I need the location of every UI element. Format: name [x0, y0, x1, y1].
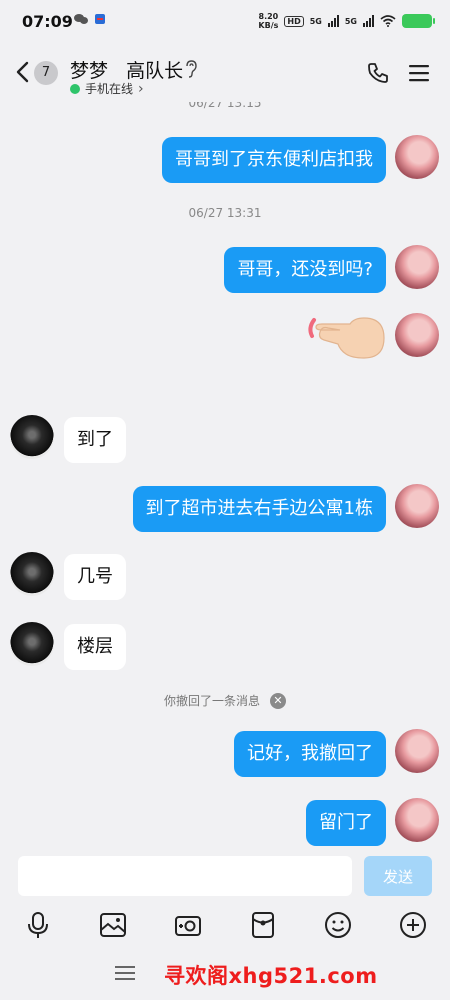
contact-avatar[interactable]	[10, 622, 54, 666]
message-bubble-sent[interactable]: 哥哥，还没到吗?	[224, 247, 386, 293]
back-arrow-icon[interactable]	[14, 60, 30, 84]
message-bubble-received[interactable]: 几号	[64, 554, 126, 600]
status-bar: 07:09 8.20 KB/s HD 5G 5G	[0, 0, 450, 44]
online-status-text: 手机在线	[85, 82, 134, 96]
wifi-icon	[380, 15, 396, 27]
system-nav-bar: 寻欢阁xhg521.com	[0, 948, 450, 1000]
phone-call-icon[interactable]	[366, 61, 390, 85]
menu-icon[interactable]	[408, 64, 430, 82]
message-list[interactable]: 06/27 13:15 哥哥到了京东便利店扣我 06/27 13:31 哥哥，还…	[0, 102, 450, 850]
microphone-icon[interactable]	[23, 910, 53, 940]
timestamp: 06/27 13:31	[188, 206, 262, 220]
image-icon[interactable]	[98, 910, 128, 940]
my-avatar[interactable]	[395, 135, 439, 179]
network-speed: 8.20 KB/s	[258, 12, 278, 30]
contact-title[interactable]: 梦梦 高队长	[70, 56, 183, 83]
message-bubble-sent[interactable]: 到了超市进去右手边公寓1栋	[132, 486, 386, 532]
message-bubble-sent[interactable]: 留门了	[306, 800, 386, 846]
send-button[interactable]: 发送	[364, 856, 432, 896]
recall-notice: 你撤回了一条消息 ✕	[0, 692, 450, 709]
message-bubble-sent[interactable]: 记好，我撤回了	[234, 731, 386, 777]
my-avatar[interactable]	[395, 313, 439, 357]
contact-remark: 高队长	[126, 60, 184, 82]
speed-value: 8.20	[258, 12, 279, 21]
my-avatar[interactable]	[395, 484, 439, 528]
contact-avatar[interactable]	[10, 552, 54, 596]
close-icon[interactable]: ✕	[270, 692, 286, 709]
chevron-right-icon: ›	[138, 80, 144, 97]
signal-1-icon	[327, 15, 339, 27]
notification-icons	[74, 13, 106, 25]
input-bar: 发送	[0, 850, 450, 904]
chat-toolbar	[0, 904, 450, 948]
message-bubble-received[interactable]: 到了	[64, 417, 126, 463]
unread-count-badge[interactable]: 7	[34, 61, 58, 85]
status-right: 8.20 KB/s HD 5G 5G	[258, 12, 435, 30]
contact-name: 梦梦	[70, 60, 109, 82]
wechat-icon	[74, 14, 88, 24]
watermark-text: 寻欢阁xhg521.com	[164, 964, 378, 988]
recall-notice-text: 你撤回了一条消息	[163, 694, 260, 708]
sim2-label: 5G	[344, 16, 357, 26]
contact-avatar[interactable]	[10, 415, 54, 459]
message-input[interactable]	[18, 856, 352, 896]
camera-icon[interactable]	[173, 910, 203, 940]
speed-unit: KB/s	[258, 21, 279, 30]
online-status[interactable]: 手机在线 ›	[70, 80, 144, 97]
ear-icon	[186, 60, 197, 78]
nav-menu-icon[interactable]	[114, 964, 136, 982]
message-bubble-sent[interactable]: 哥哥到了京东便利店扣我	[162, 137, 386, 183]
my-avatar[interactable]	[395, 245, 439, 289]
poke-hand-icon[interactable]	[304, 310, 386, 360]
plus-icon[interactable]	[398, 910, 428, 940]
my-avatar[interactable]	[395, 729, 439, 773]
chat-header: 7 梦梦 高队长 手机在线 ›	[0, 44, 450, 102]
status-time: 07:09	[22, 12, 73, 31]
battery-icon	[402, 14, 435, 28]
signal-2-icon	[363, 15, 374, 27]
sim1-label: 5G	[309, 16, 322, 26]
hd-badge: HD	[284, 15, 304, 27]
my-avatar[interactable]	[395, 798, 439, 842]
app-notification-icon	[95, 14, 105, 24]
message-bubble-received[interactable]: 楼层	[64, 624, 126, 670]
timestamp: 06/27 13:15	[188, 102, 262, 110]
red-packet-icon[interactable]	[248, 910, 278, 940]
emoji-icon[interactable]	[323, 910, 353, 940]
online-dot	[70, 83, 80, 94]
